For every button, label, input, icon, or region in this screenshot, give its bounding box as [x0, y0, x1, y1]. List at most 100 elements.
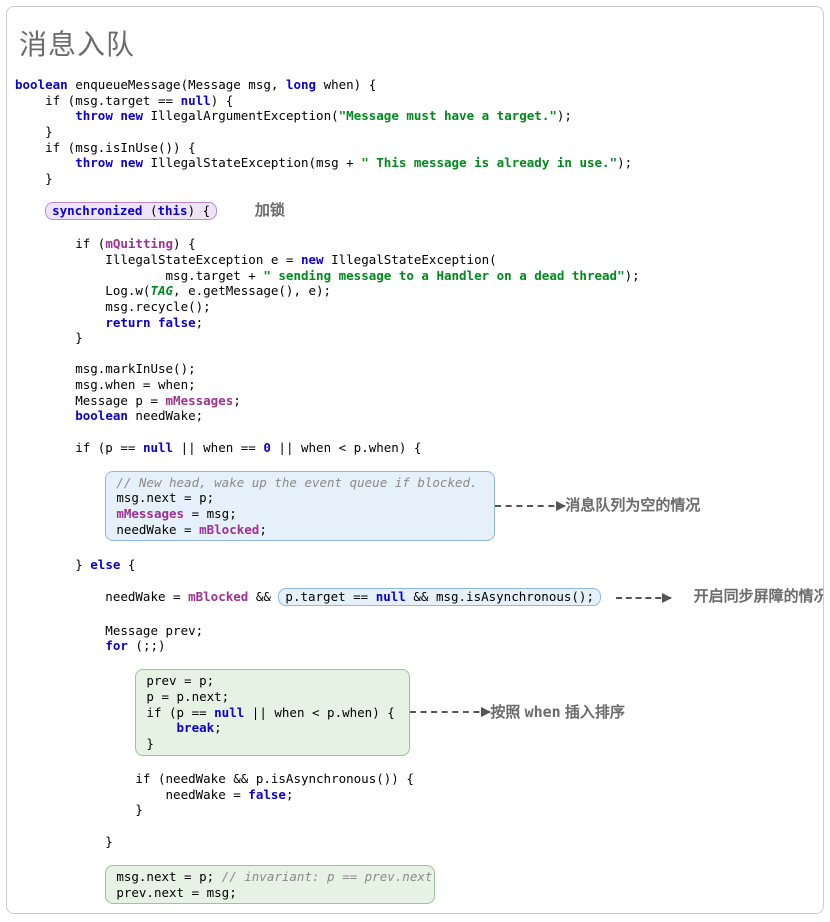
new-head-box: // New head, wake up the event queue if … [105, 471, 495, 542]
code-text: || when < p.when) { [271, 440, 422, 455]
code-text: { [120, 557, 135, 572]
indent [15, 155, 75, 170]
code-text: needWake; [128, 408, 203, 423]
annot-insert: 按照 when 插入排序 [490, 703, 624, 723]
code-block: boolean boolean enqueueMessage(Message m… [15, 77, 815, 914]
kw-null: null [181, 93, 211, 108]
str: " This message is already in use." [361, 155, 617, 170]
document-title: 消息入队 [19, 23, 811, 63]
indent [15, 315, 105, 330]
code-text: || when < p.when) { [244, 705, 395, 720]
member: mMessages [166, 393, 234, 408]
code-text: IllegalStateException e = [15, 252, 301, 267]
code-text: msg.when = when; [15, 377, 196, 392]
code-text: if (p == [15, 440, 143, 455]
member: mBlocked [188, 589, 248, 604]
indent [146, 720, 176, 735]
code-text: IllegalStateException( [324, 252, 497, 267]
code-text: prev = p; [146, 673, 214, 688]
code-text: if (msg.target == [15, 93, 181, 108]
code-text: IllegalArgumentException( [143, 108, 339, 123]
barrier-box: p.target == null && msg.isAsynchronous()… [278, 588, 601, 606]
code-text: msg.next = p; [116, 490, 214, 505]
code-text: ; [233, 393, 241, 408]
code-text: needWake = [15, 787, 248, 802]
num: 0 [263, 440, 271, 455]
member: mQuitting [105, 236, 173, 251]
code-text: Message prev; [15, 623, 203, 638]
annot-when: when [525, 703, 561, 721]
code-text: msg.target + [15, 268, 263, 283]
kw-long: long [286, 77, 316, 92]
annot-text: 按照 [490, 704, 524, 721]
str: "Message must have a target." [339, 108, 557, 123]
code-text: } [15, 330, 83, 345]
member: mBlocked [199, 522, 259, 537]
code-text: ); [625, 268, 640, 283]
annot-barrier: 开启同步屏障的情况 [694, 588, 824, 605]
code-text: needWake = [15, 589, 188, 604]
insert-loop-box: prev = p; p = p.next; if (p == null || w… [135, 669, 410, 755]
code-text: } [15, 124, 53, 139]
code-text: IllegalStateException(msg + [143, 155, 361, 170]
str: " sending message to a Handler on a dead… [263, 268, 624, 283]
arrow-icon [616, 597, 671, 599]
code-text: Log.w( [15, 283, 150, 298]
arrow-icon [495, 505, 565, 507]
code-text: ; [196, 315, 204, 330]
code-text: ) { [173, 236, 196, 251]
code-text: = msg; [184, 506, 237, 521]
kw-boolean: boolean [75, 408, 128, 423]
indent [15, 408, 75, 423]
kw-return: return [105, 315, 150, 330]
link-box: msg.next = p; // invariant: p == prev.ne… [105, 865, 435, 904]
code-text: && [248, 589, 278, 604]
kw-throw: throw [75, 155, 113, 170]
annot-empty-queue: 消息队列为空的情况 [565, 497, 700, 516]
kw-for: for [105, 638, 128, 653]
code-text: } [15, 802, 143, 817]
annot-lock: 加锁 [255, 202, 285, 219]
indent [15, 638, 105, 653]
comment: // New head, wake up the event queue if … [116, 475, 477, 490]
code-text: if (msg.isInUse()) { [15, 140, 196, 155]
code-text: } [15, 557, 90, 572]
kw-new: new [120, 155, 143, 170]
code-text: || when == [173, 440, 263, 455]
code-text: if (needWake && p.isAsynchronous()) { [15, 771, 414, 786]
code-text: prev.next = msg; [116, 885, 236, 900]
kw-throw: throw [75, 108, 113, 123]
code-text: ; [286, 787, 294, 802]
code-text: Message p = [15, 393, 166, 408]
code-text: ); [617, 155, 632, 170]
code-text: needWake = [116, 522, 199, 537]
code-text: if (p == [146, 705, 214, 720]
code-text: msg.markInUse(); [15, 361, 196, 376]
annot-text: 插入排序 [561, 704, 625, 721]
kw-null: null [143, 440, 173, 455]
code-text: } [15, 171, 53, 186]
code-document: 消息入队 boolean boolean enqueueMessage(Mess… [6, 6, 824, 914]
code-text: ) { [211, 93, 234, 108]
code-text: (;;) [128, 638, 166, 653]
member: mMessages [116, 506, 184, 521]
code-text: ); [557, 108, 572, 123]
tag: TAG [150, 283, 173, 298]
synchronized-box: synchronized (this) { [45, 202, 217, 220]
comment: // invariant: p == prev.next [222, 869, 433, 884]
code-text: } [15, 834, 113, 849]
kw-new: new [301, 252, 324, 267]
code-text: when) { [316, 77, 376, 92]
kw-false: false [158, 315, 196, 330]
code-text: ; [214, 720, 222, 735]
code-text: p = p.next; [146, 689, 229, 704]
code-text: } [146, 736, 154, 751]
indent [15, 108, 75, 123]
kw-break: break [177, 720, 215, 735]
kw-false: false [248, 787, 286, 802]
code-text: if ( [15, 236, 105, 251]
code-text: msg.next = p; [116, 869, 221, 884]
code-text: ; [259, 522, 267, 537]
kw-else: else [90, 557, 120, 572]
kw-null: null [214, 705, 244, 720]
